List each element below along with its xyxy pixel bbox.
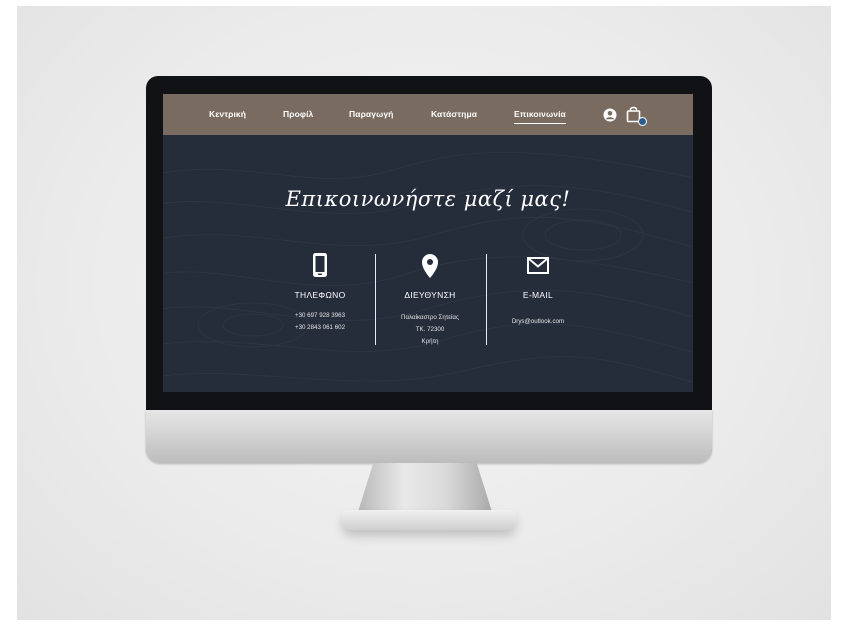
monitor-screen: Κεντρική Προφίλ Παραγωγή Κατάστημα Επικο…	[163, 94, 693, 392]
address-line-3: Κρήτη	[421, 338, 439, 345]
phone-number-2[interactable]: +30 2843 061 602	[265, 324, 375, 331]
user-icon[interactable]	[603, 108, 617, 122]
email-heading: E-MAIL	[522, 290, 554, 300]
address-line-2: ΤΚ. 72300	[415, 326, 445, 333]
address-heading: ΔΙΕΥΘΥΝΣΗ	[404, 290, 456, 300]
nav-item-contact[interactable]: Επικοινωνία	[514, 109, 566, 124]
nav-item-profile[interactable]: Προφίλ	[283, 109, 313, 119]
monitor-stand-base	[342, 510, 516, 530]
monitor-chin	[146, 410, 712, 463]
phone-heading: ΤΗΛΕΦΩΝΟ	[294, 290, 346, 300]
envelope-icon	[527, 257, 549, 274]
page-title: Επικοινωνήστε μαζί μας!	[285, 187, 571, 211]
nav-item-production[interactable]: Παραγωγή	[349, 109, 393, 119]
location-pin-icon	[422, 254, 438, 278]
monitor-stand	[357, 463, 493, 515]
email-address[interactable]: Drys@outlook.com	[483, 318, 593, 325]
phone-icon	[313, 253, 327, 277]
cart-count-badge	[638, 117, 647, 126]
nav-item-shop[interactable]: Κατάστημα	[431, 109, 477, 119]
phone-number-1[interactable]: +30 697 928 3963	[265, 312, 375, 319]
main-navbar: Κεντρική Προφίλ Παραγωγή Κατάστημα Επικο…	[163, 94, 693, 135]
nav-item-home[interactable]: Κεντρική	[209, 109, 246, 119]
address-line-1: Παλαίκαστρο Σητείας	[401, 314, 459, 321]
